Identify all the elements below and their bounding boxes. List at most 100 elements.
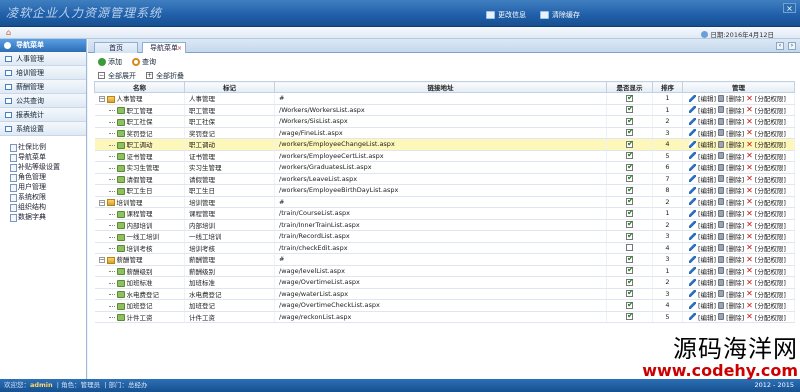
table-row[interactable]: 计件工资 计件工资/wage/reckonList.aspx 5 [编辑] [删除]✕[…	[94, 311, 795, 323]
show-checkbox[interactable]	[626, 196, 634, 206]
show-checkbox[interactable]	[626, 208, 634, 217]
show-checkbox[interactable]	[626, 185, 634, 194]
col-header-name[interactable]: 名称	[94, 81, 185, 93]
table-row[interactable]: 职工管理 职工管理/Workers/WorkersList.aspx 1 [编辑] [删…	[94, 104, 795, 116]
show-checkbox[interactable]	[626, 231, 634, 240]
delete-link[interactable]: [删除]	[726, 105, 744, 115]
home-icon[interactable]: ⌂	[6, 29, 15, 37]
edit-link[interactable]: [编辑]	[698, 220, 716, 230]
assign-icon[interactable]: ✕	[746, 94, 753, 102]
show-checkbox[interactable]	[626, 300, 634, 309]
table-row[interactable]: 职工生日 职工生日/workers/EmployeeBirthDayList.as…	[94, 184, 795, 197]
close-button[interactable]: ×	[783, 3, 796, 13]
collapse-toggle-icon[interactable]: −	[98, 199, 105, 206]
edit-icon[interactable]	[689, 152, 696, 160]
assign-icon[interactable]: ✕	[746, 313, 753, 321]
delete-icon[interactable]	[718, 94, 725, 102]
delete-icon[interactable]	[718, 175, 725, 183]
edit-icon[interactable]	[689, 140, 696, 148]
assign-permission-link[interactable]: [分配权限]	[755, 289, 786, 299]
show-checkbox[interactable]	[626, 116, 634, 125]
assign-icon[interactable]: ✕	[746, 106, 753, 114]
add-button[interactable]: 添加	[98, 57, 122, 67]
edit-link[interactable]: [编辑]	[698, 208, 716, 218]
edit-icon[interactable]	[689, 106, 696, 114]
delete-icon[interactable]	[718, 129, 725, 137]
sidebar-subitem[interactable]: 数据字典	[10, 212, 86, 222]
show-checkbox[interactable]	[626, 288, 634, 298]
collapse-all-button[interactable]: + 全部折叠	[146, 71, 184, 81]
assign-permission-link[interactable]: [分配权限]	[755, 243, 786, 253]
sidebar-item[interactable]: 培训管理	[0, 66, 86, 80]
col-header-mark[interactable]: 标记	[184, 81, 275, 93]
edit-icon[interactable]	[689, 255, 696, 263]
assign-icon[interactable]: ✕	[746, 255, 753, 263]
tab-close-icon[interactable]: ×	[177, 43, 182, 54]
assign-icon[interactable]: ✕	[746, 278, 753, 286]
assign-icon[interactable]: ✕	[746, 152, 753, 160]
collapse-toggle-icon[interactable]: −	[98, 96, 105, 103]
assign-permission-link[interactable]: [分配权限]	[755, 116, 786, 126]
edit-icon[interactable]	[689, 94, 696, 102]
edit-icon[interactable]	[689, 209, 696, 217]
show-checkbox[interactable]	[626, 254, 634, 263]
table-row[interactable]: 水电费登记 水电费登记/wage/waterList.aspx 3 [编辑] [删除]✕…	[94, 288, 795, 300]
table-row[interactable]: 加班登记加班登记/wage/OvertimeCheckList.aspx4[编辑…	[94, 299, 795, 312]
collapse-toggle-icon[interactable]: −	[98, 257, 105, 264]
delete-icon[interactable]	[718, 209, 725, 217]
delete-icon[interactable]	[718, 186, 725, 194]
sidebar-subitem[interactable]: 用户管理	[10, 182, 86, 192]
table-row[interactable]: 课程管理 课程管理/train/CourseList.aspx 1 [编辑] [删除]✕…	[94, 207, 795, 220]
delete-link[interactable]: [删除]	[726, 208, 744, 218]
table-row[interactable]: 职工调动 职工调动/workers/EmployeeChangeList.aspx…	[94, 138, 795, 151]
show-checkbox[interactable]	[626, 219, 634, 229]
table-row[interactable]: 职工社保 职工社保/Workers/SisList.aspx 2 [编辑] [删除]✕[…	[94, 115, 795, 128]
edit-icon[interactable]	[689, 221, 696, 229]
table-row[interactable]: −人事管理人事管理#1[编辑][删除]✕[分配权限]	[94, 92, 795, 105]
edit-link[interactable]: [编辑]	[698, 116, 716, 126]
table-row[interactable]: 请假管理 请假管理/workers/LeaveList.aspx 7 [编辑] [删除]…	[94, 173, 795, 185]
edit-link[interactable]: [编辑]	[698, 277, 716, 287]
table-row[interactable]: 内部培训内部培训/train/InnerTrainList.aspx2[编辑][…	[94, 219, 795, 231]
edit-link[interactable]: [编辑]	[698, 312, 716, 322]
change-info-button[interactable]: 更改信息	[486, 9, 526, 21]
tab-scroll-left-button[interactable]: ‹	[776, 42, 784, 50]
show-checkbox[interactable]	[626, 162, 634, 171]
assign-permission-link[interactable]: [分配权限]	[755, 174, 786, 184]
edit-icon[interactable]	[689, 163, 696, 171]
assign-icon[interactable]: ✕	[746, 186, 753, 194]
edit-icon[interactable]	[689, 313, 696, 321]
delete-link[interactable]: [删除]	[726, 174, 744, 184]
sidebar-item[interactable]: 系统设置	[0, 122, 86, 136]
delete-link[interactable]: [删除]	[726, 289, 744, 299]
table-row[interactable]: 培训考核 培训考核/train/checkEdit.aspx 4 [编辑] [删除] ✕[…	[94, 242, 795, 254]
show-checkbox[interactable]	[626, 173, 634, 183]
delete-icon[interactable]	[718, 278, 725, 286]
show-checkbox[interactable]	[626, 265, 634, 275]
edit-icon[interactable]	[689, 301, 696, 309]
delete-link[interactable]: [删除]	[726, 93, 744, 103]
sidebar-subitem[interactable]: 组织结构	[10, 202, 86, 212]
edit-link[interactable]: [编辑]	[698, 289, 716, 299]
table-row[interactable]: 加班标准 加班标准/wage/OvertimeList.aspx 2 [编辑] [删除]…	[94, 276, 795, 289]
sidebar-item[interactable]: 公共查询	[0, 94, 86, 108]
delete-icon[interactable]	[718, 232, 725, 240]
table-row[interactable]: 奖罚登记 奖罚登记/wage/FineList.aspx 3 [编辑] [删除]✕[分配…	[94, 127, 795, 139]
delete-icon[interactable]	[718, 267, 725, 275]
show-checkbox[interactable]	[626, 150, 634, 160]
delete-link[interactable]: [删除]	[726, 197, 744, 207]
delete-icon[interactable]	[718, 163, 725, 171]
delete-icon[interactable]	[718, 152, 725, 160]
assign-permission-link[interactable]: [分配权限]	[755, 254, 786, 264]
sidebar-item[interactable]: 报表统计	[0, 108, 86, 122]
edit-link[interactable]: [编辑]	[698, 105, 716, 115]
sidebar-subitem[interactable]: 补贴等级设置	[10, 162, 86, 172]
show-checkbox[interactable]	[626, 277, 634, 286]
assign-icon[interactable]: ✕	[746, 198, 753, 206]
delete-icon[interactable]	[718, 117, 725, 125]
delete-link[interactable]: [删除]	[726, 139, 744, 149]
show-checkbox[interactable]	[626, 93, 634, 102]
delete-link[interactable]: [删除]	[726, 116, 744, 126]
delete-link[interactable]: [删除]	[726, 162, 744, 172]
edit-icon[interactable]	[689, 290, 696, 298]
